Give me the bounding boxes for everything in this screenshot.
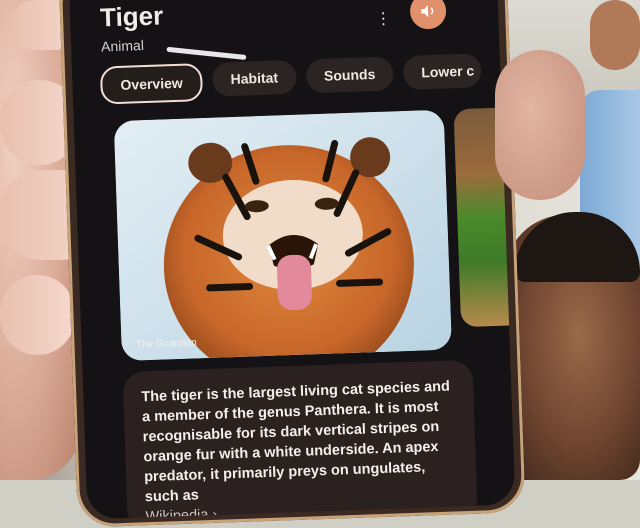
tiger-image[interactable]: The Guardian: [113, 109, 452, 362]
hand-right: [495, 50, 585, 200]
description-text: The tiger is the largest living cat spec…: [141, 378, 451, 506]
page-title: Tiger: [99, 0, 164, 33]
description-card: The tiger is the largest living cat spec…: [122, 359, 478, 520]
tab-bar: Overview Habitat Sounds Lower c: [99, 53, 482, 105]
person-head: [590, 0, 640, 70]
tiger-illustration: [113, 109, 452, 362]
phone-screen: Tiger Animal ⋮ Overview Habitat Sounds L…: [68, 0, 516, 520]
tab-habitat[interactable]: Habitat: [212, 59, 297, 97]
volume-button[interactable]: [409, 0, 447, 30]
more-vert-icon[interactable]: ⋮: [375, 8, 392, 29]
screen-glare: [166, 46, 247, 61]
image-credit: The Guardian: [135, 337, 197, 351]
page-subtitle: Animal: [100, 37, 145, 55]
finger: [0, 275, 75, 355]
tab-overview[interactable]: Overview: [99, 63, 204, 105]
tab-sounds[interactable]: Sounds: [305, 56, 394, 94]
volume-icon: [421, 5, 434, 18]
phone: Tiger Animal ⋮ Overview Habitat Sounds L…: [58, 0, 526, 528]
tab-lower[interactable]: Lower c: [402, 53, 482, 91]
